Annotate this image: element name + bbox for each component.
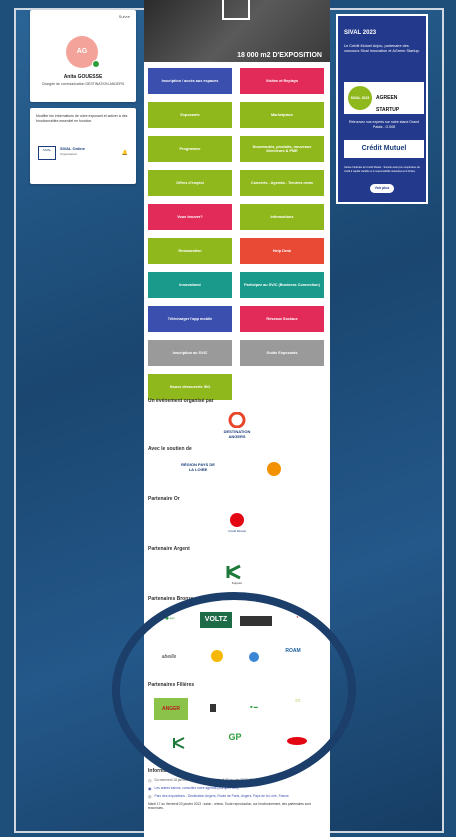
ad-title: SIVAL 2023 xyxy=(344,30,377,36)
filieres-logo-7[interactable] xyxy=(286,736,308,746)
bronze-logo-7[interactable] xyxy=(244,650,264,664)
menu-button[interactable]: Participez au SVIC (Business Connection) xyxy=(240,272,324,298)
filieres-logo-4[interactable]: ℂℂ xyxy=(286,698,310,718)
destination-angers-logo[interactable]: DESTINATION ANGERS xyxy=(222,411,252,440)
org-role: Organisateur xyxy=(60,152,78,156)
info-location[interactable]: Parc des expositions - Destination Anger… xyxy=(155,794,289,799)
info-row-date: ◷ Du mercredi 18 janvier 2023 09h00 au v… xyxy=(148,778,326,783)
clock-icon: ◷ xyxy=(148,778,152,783)
profile-name[interactable]: Anita GOUESSE xyxy=(30,74,136,80)
anger-logo[interactable]: ANGER xyxy=(154,698,188,720)
kuppert-text: Kuppert xyxy=(231,581,243,585)
profile-card: Suivre AG Anita GOUESSE Chargée de commu… xyxy=(30,10,136,102)
menu-button[interactable]: Inscription au SVIC xyxy=(148,340,232,366)
credit-mutuel-text: Crédit Mutuel xyxy=(228,529,246,533)
location-icon: ◎ xyxy=(148,794,152,799)
sival-badge-logo: SIVAL 2023 xyxy=(348,86,372,110)
section-argent: Partenaire Argent xyxy=(148,546,190,552)
ad-legal-text: Caisse Fédérale de Crédit Mutuel - Socié… xyxy=(344,166,420,173)
kuppert-logo[interactable]: Kuppert xyxy=(222,564,252,586)
section-or: Partenaire Or xyxy=(148,496,180,502)
online-status-icon xyxy=(92,60,100,68)
credit-mutuel-logo[interactable]: Crédit Mutuel xyxy=(222,512,252,538)
menu-button[interactable]: Vous trouver? xyxy=(148,204,232,230)
ad-brand-logo: Crédit Mutuel xyxy=(344,140,424,158)
sidebar-ad[interactable]: SIVAL 2023 Le Crédit Mutuel Anjou, parte… xyxy=(336,14,428,204)
abeille-logo[interactable]: abeille xyxy=(154,654,184,664)
menu-button[interactable]: Informations xyxy=(240,204,324,230)
menu-button[interactable]: Innovationd xyxy=(148,272,232,298)
section-filieres: Partenaires Filières xyxy=(148,682,195,688)
menu-button[interactable]: Réseaux Sociaux xyxy=(240,306,324,332)
section-organise: Un événement organisé par xyxy=(148,398,214,404)
bronze-logo-4[interactable]: ◑ xyxy=(282,614,312,628)
filieres-logo-2[interactable] xyxy=(210,704,216,712)
notification-card: Modifier les informations de votre expos… xyxy=(30,108,136,184)
menu-button[interactable]: Nouveautés, produits, nouveaux directeur… xyxy=(240,136,324,162)
play-icon[interactable] xyxy=(222,0,250,20)
bell-icon[interactable]: 🔔 xyxy=(122,150,128,156)
region-logo[interactable]: RÉGION PAYS DE LA LOIRE xyxy=(178,462,218,484)
section-infos: Informations xyxy=(148,768,179,774)
bronze-logo-6[interactable] xyxy=(206,648,228,666)
menu-button[interactable]: Visites et Replays xyxy=(240,68,324,94)
info-row-agenda[interactable]: ◉ Les autres salons, consultez notre age… xyxy=(148,786,326,791)
menu-button[interactable]: Télécharger l'app mobile xyxy=(148,306,232,332)
section-bronze: Partenaires Bronze xyxy=(148,596,194,602)
menu-button[interactable]: Programme xyxy=(148,136,232,162)
menu-button[interactable]: Exposants xyxy=(148,102,232,128)
profile-role: Chargée de communication DESTINATION ANG… xyxy=(41,82,125,86)
menu-button[interactable]: Offres d'emploi xyxy=(148,170,232,196)
follow-link[interactable]: Suivre xyxy=(119,14,130,19)
video-caption: 18 000 m2 D'EXPOSITION xyxy=(237,52,322,59)
menu-button[interactable]: Marketplace xyxy=(240,102,324,128)
filieres-logo-5[interactable] xyxy=(172,736,188,750)
video-banner[interactable]: 18 000 m2 D'EXPOSITION xyxy=(144,0,330,62)
filieres-logo-6[interactable]: GP xyxy=(224,732,246,754)
menu-button[interactable]: Help Desk xyxy=(240,238,324,264)
sival-logo: SIVAL xyxy=(38,146,56,160)
menu-button[interactable]: Guide Exposants xyxy=(240,340,324,366)
infos-list: ◷ Du mercredi 18 janvier 2023 09h00 au v… xyxy=(148,778,326,810)
roam-logo[interactable]: ROAM xyxy=(278,648,308,666)
agreen-logo: AGREEN STARTUP xyxy=(376,95,400,113)
main-content: 18 000 m2 D'EXPOSITION Inscription / acc… xyxy=(144,0,330,837)
bronze-logo-1[interactable]: ⬤ agri xyxy=(158,616,182,628)
ad-text-2: Retrouvez nos experts sur notre stand Gr… xyxy=(348,120,420,129)
menu-button[interactable]: Restauration xyxy=(148,238,232,264)
org-name[interactable]: SIVAL Online xyxy=(60,146,85,151)
menu-button[interactable]: Concerts - Agenda - Tendres news xyxy=(240,170,324,196)
ad-text: Le Crédit Mutuel Anjou, partenaire des c… xyxy=(344,44,420,53)
menu-button[interactable]: Nouvs découverte ISO xyxy=(148,374,232,400)
filieres-logo-3[interactable]: ■ ▬ xyxy=(242,704,266,712)
menu-button[interactable]: Inscription / accès aux espaces xyxy=(148,68,232,94)
info-agenda-link[interactable]: Les autres salons, consultez notre agend… xyxy=(155,786,239,791)
destination-angers-text: DESTINATION ANGERS xyxy=(223,429,251,439)
section-soutien: Avec le soutien de xyxy=(148,446,192,452)
ad-more-button[interactable]: Voir plus xyxy=(370,184,394,193)
calendar-icon: ◉ xyxy=(148,786,152,791)
ad-logos: SIVAL 2023 AGREEN STARTUP xyxy=(344,82,424,114)
info-date: Du mercredi 18 janvier 2023 09h00 au ven… xyxy=(154,778,258,782)
info-row-location[interactable]: ◎ Parc des expositions - Destination Ang… xyxy=(148,794,326,799)
left-sidebar: Suivre AG Anita GOUESSE Chargée de commu… xyxy=(30,10,136,184)
notification-text: Modifier les informations de votre expos… xyxy=(36,114,128,123)
info-footer: Mardi 17 au Vendredi 20 janvier 2023 : s… xyxy=(148,802,311,810)
bronze-logo-3[interactable] xyxy=(240,616,272,626)
anjou-logo[interactable] xyxy=(262,460,286,484)
voltz-logo[interactable]: VOLTZ xyxy=(200,612,232,628)
